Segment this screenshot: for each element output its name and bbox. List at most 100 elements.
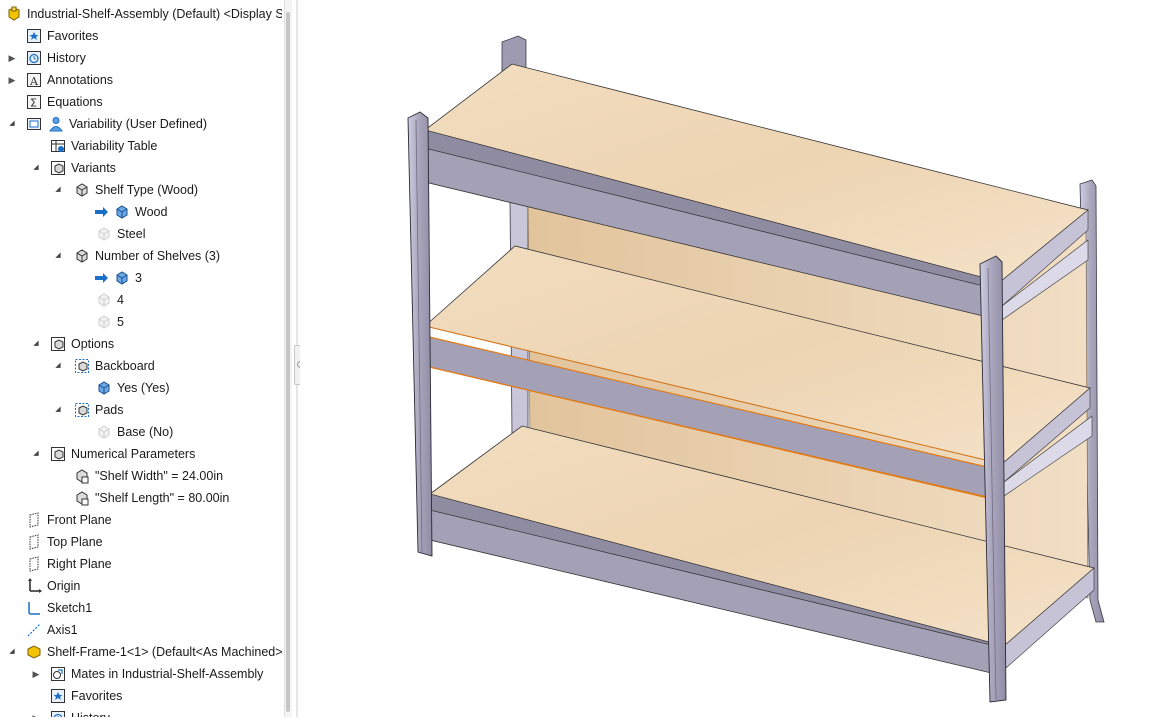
tree-item[interactable]: Variability Table: [0, 135, 282, 157]
tree-item-label: History: [47, 51, 86, 65]
feature-manager-tree: Industrial-Shelf-Assembly (Default) <Dis…: [0, 0, 296, 717]
tree-item-label: Pads: [95, 403, 124, 417]
tree-item-label: Axis1: [47, 623, 78, 637]
tree-item-label: Origin: [47, 579, 81, 593]
tree-item-label: Right Plane: [47, 557, 112, 571]
tree-item[interactable]: 5: [0, 311, 282, 333]
expand-down-icon[interactable]: ◢: [30, 157, 42, 179]
tree-item[interactable]: ◢ Variability (User Defined): [0, 113, 282, 135]
tree-item[interactable]: ◢ Shelf-Frame-1<1> (Default<As Machined>: [0, 641, 282, 663]
plane-icon: [26, 534, 42, 550]
graphics-viewport[interactable]: [300, 0, 1166, 717]
tree-item[interactable]: Base (No): [0, 421, 282, 443]
tree-item[interactable]: ◢ Variants: [0, 157, 282, 179]
tree-item[interactable]: Yes (Yes): [0, 377, 282, 399]
tree-item-label: Shelf Type (Wood): [95, 183, 199, 197]
tree-item-label: Number of Shelves (3): [95, 249, 221, 263]
svg-text:Σ: Σ: [30, 97, 37, 110]
tree-item-label: Wood: [135, 205, 168, 219]
tree-item[interactable]: ▶ History: [0, 707, 282, 717]
numerical-parameters-icon: [50, 446, 66, 462]
tree-item-label: Equations: [47, 95, 103, 109]
expand-down-icon[interactable]: ◢: [52, 179, 64, 201]
tree-item-label: Top Plane: [47, 535, 103, 549]
tree-item[interactable]: ◢ Number of Shelves (3): [0, 245, 282, 267]
tree-item-label: Favorites: [47, 29, 99, 43]
tree-item-label: Annotations: [47, 73, 114, 87]
tree-item[interactable]: Industrial-Shelf-Assembly (Default) <Dis…: [0, 3, 282, 25]
tree-item[interactable]: ◢ Options: [0, 333, 282, 355]
tree-item[interactable]: ◢ Pads: [0, 399, 282, 421]
annotations-icon: A: [26, 72, 42, 88]
tree-item-label: Variability Table: [71, 139, 158, 153]
expand-right-icon[interactable]: ▶: [30, 707, 42, 717]
tree-item[interactable]: 4: [0, 289, 282, 311]
numeric-value-icon: [74, 468, 90, 484]
tree-item[interactable]: ◢ Backboard: [0, 355, 282, 377]
tree-item-label: Options: [71, 337, 115, 351]
parameter-icon: [74, 248, 90, 264]
history-icon: [26, 50, 42, 66]
tree-item[interactable]: Wood: [0, 201, 282, 223]
expand-down-icon[interactable]: ◢: [30, 333, 42, 355]
value-icon: [114, 270, 130, 286]
tree-item[interactable]: Favorites: [0, 25, 282, 47]
tree-item[interactable]: Favorites: [0, 685, 282, 707]
tree-item[interactable]: ◢ Numerical Parameters: [0, 443, 282, 465]
tree-item[interactable]: ▶ History: [0, 47, 282, 69]
tree-item-label: 5: [117, 315, 124, 329]
tree-item[interactable]: Axis1: [0, 619, 282, 641]
tree-item-label: Yes (Yes): [117, 381, 170, 395]
expand-down-icon[interactable]: ◢: [30, 443, 42, 465]
svg-text:A: A: [29, 75, 39, 88]
expand-down-icon[interactable]: ◢: [52, 245, 64, 267]
expand-down-icon[interactable]: ◢: [52, 355, 64, 377]
tree-item-label: Base (No): [117, 425, 174, 439]
tree-item-label: 4: [117, 293, 124, 307]
expand-down-icon[interactable]: ◢: [6, 113, 18, 135]
expand-right-icon[interactable]: ▶: [30, 663, 42, 685]
configuration-icon: [26, 116, 42, 132]
active-value-arrow-icon: [94, 270, 110, 286]
assembly-icon: [6, 6, 22, 22]
tree-item[interactable]: ◢ Shelf Type (Wood): [0, 179, 282, 201]
tree-item-label: Sketch1: [47, 601, 93, 615]
tree-item[interactable]: Sketch1: [0, 597, 282, 619]
tree-item-label: "Shelf Width" = 24.00in: [95, 469, 224, 483]
favorites-icon: [50, 688, 66, 704]
expand-down-icon[interactable]: ◢: [6, 641, 18, 663]
favorites-icon: [26, 28, 42, 44]
tree-item[interactable]: Σ Equations: [0, 91, 282, 113]
tree-item[interactable]: Steel: [0, 223, 282, 245]
tree-item-label: "Shelf Length" = 80.00in: [95, 491, 230, 505]
plane-icon: [26, 556, 42, 572]
expand-right-icon[interactable]: ▶: [6, 69, 18, 91]
expand-down-icon[interactable]: ◢: [52, 399, 64, 421]
parameter-icon: [74, 182, 90, 198]
tree-scrollbar-thumb[interactable]: [286, 12, 290, 712]
tree-item-label: Backboard: [95, 359, 155, 373]
part-icon: [26, 644, 42, 660]
value-icon: [114, 204, 130, 220]
axis-icon: [26, 622, 42, 638]
tree-item[interactable]: Origin: [0, 575, 282, 597]
tree-item[interactable]: Right Plane: [0, 553, 282, 575]
shelf-3d-model[interactable]: [300, 0, 1166, 717]
value-icon: [96, 380, 112, 396]
tree-item-label: Favorites: [71, 689, 123, 703]
tree-item-label: History: [71, 707, 110, 717]
options-icon: [50, 336, 66, 352]
front-left-post[interactable]: [407, 111, 433, 557]
value-icon: [96, 424, 112, 440]
tree-scrollbar[interactable]: [284, 0, 292, 717]
tree-item-label: Steel: [117, 227, 146, 241]
tree-item[interactable]: Front Plane: [0, 509, 282, 531]
tree-item[interactable]: "Shelf Length" = 80.00in: [0, 487, 282, 509]
value-icon: [96, 292, 112, 308]
tree-item[interactable]: Top Plane: [0, 531, 282, 553]
tree-item[interactable]: 3: [0, 267, 282, 289]
tree-item[interactable]: ▶ A Annotations: [0, 69, 282, 91]
tree-item[interactable]: ▶ Mates in Industrial-Shelf-Assembly: [0, 663, 282, 685]
expand-right-icon[interactable]: ▶: [6, 47, 18, 69]
tree-item[interactable]: "Shelf Width" = 24.00in: [0, 465, 282, 487]
